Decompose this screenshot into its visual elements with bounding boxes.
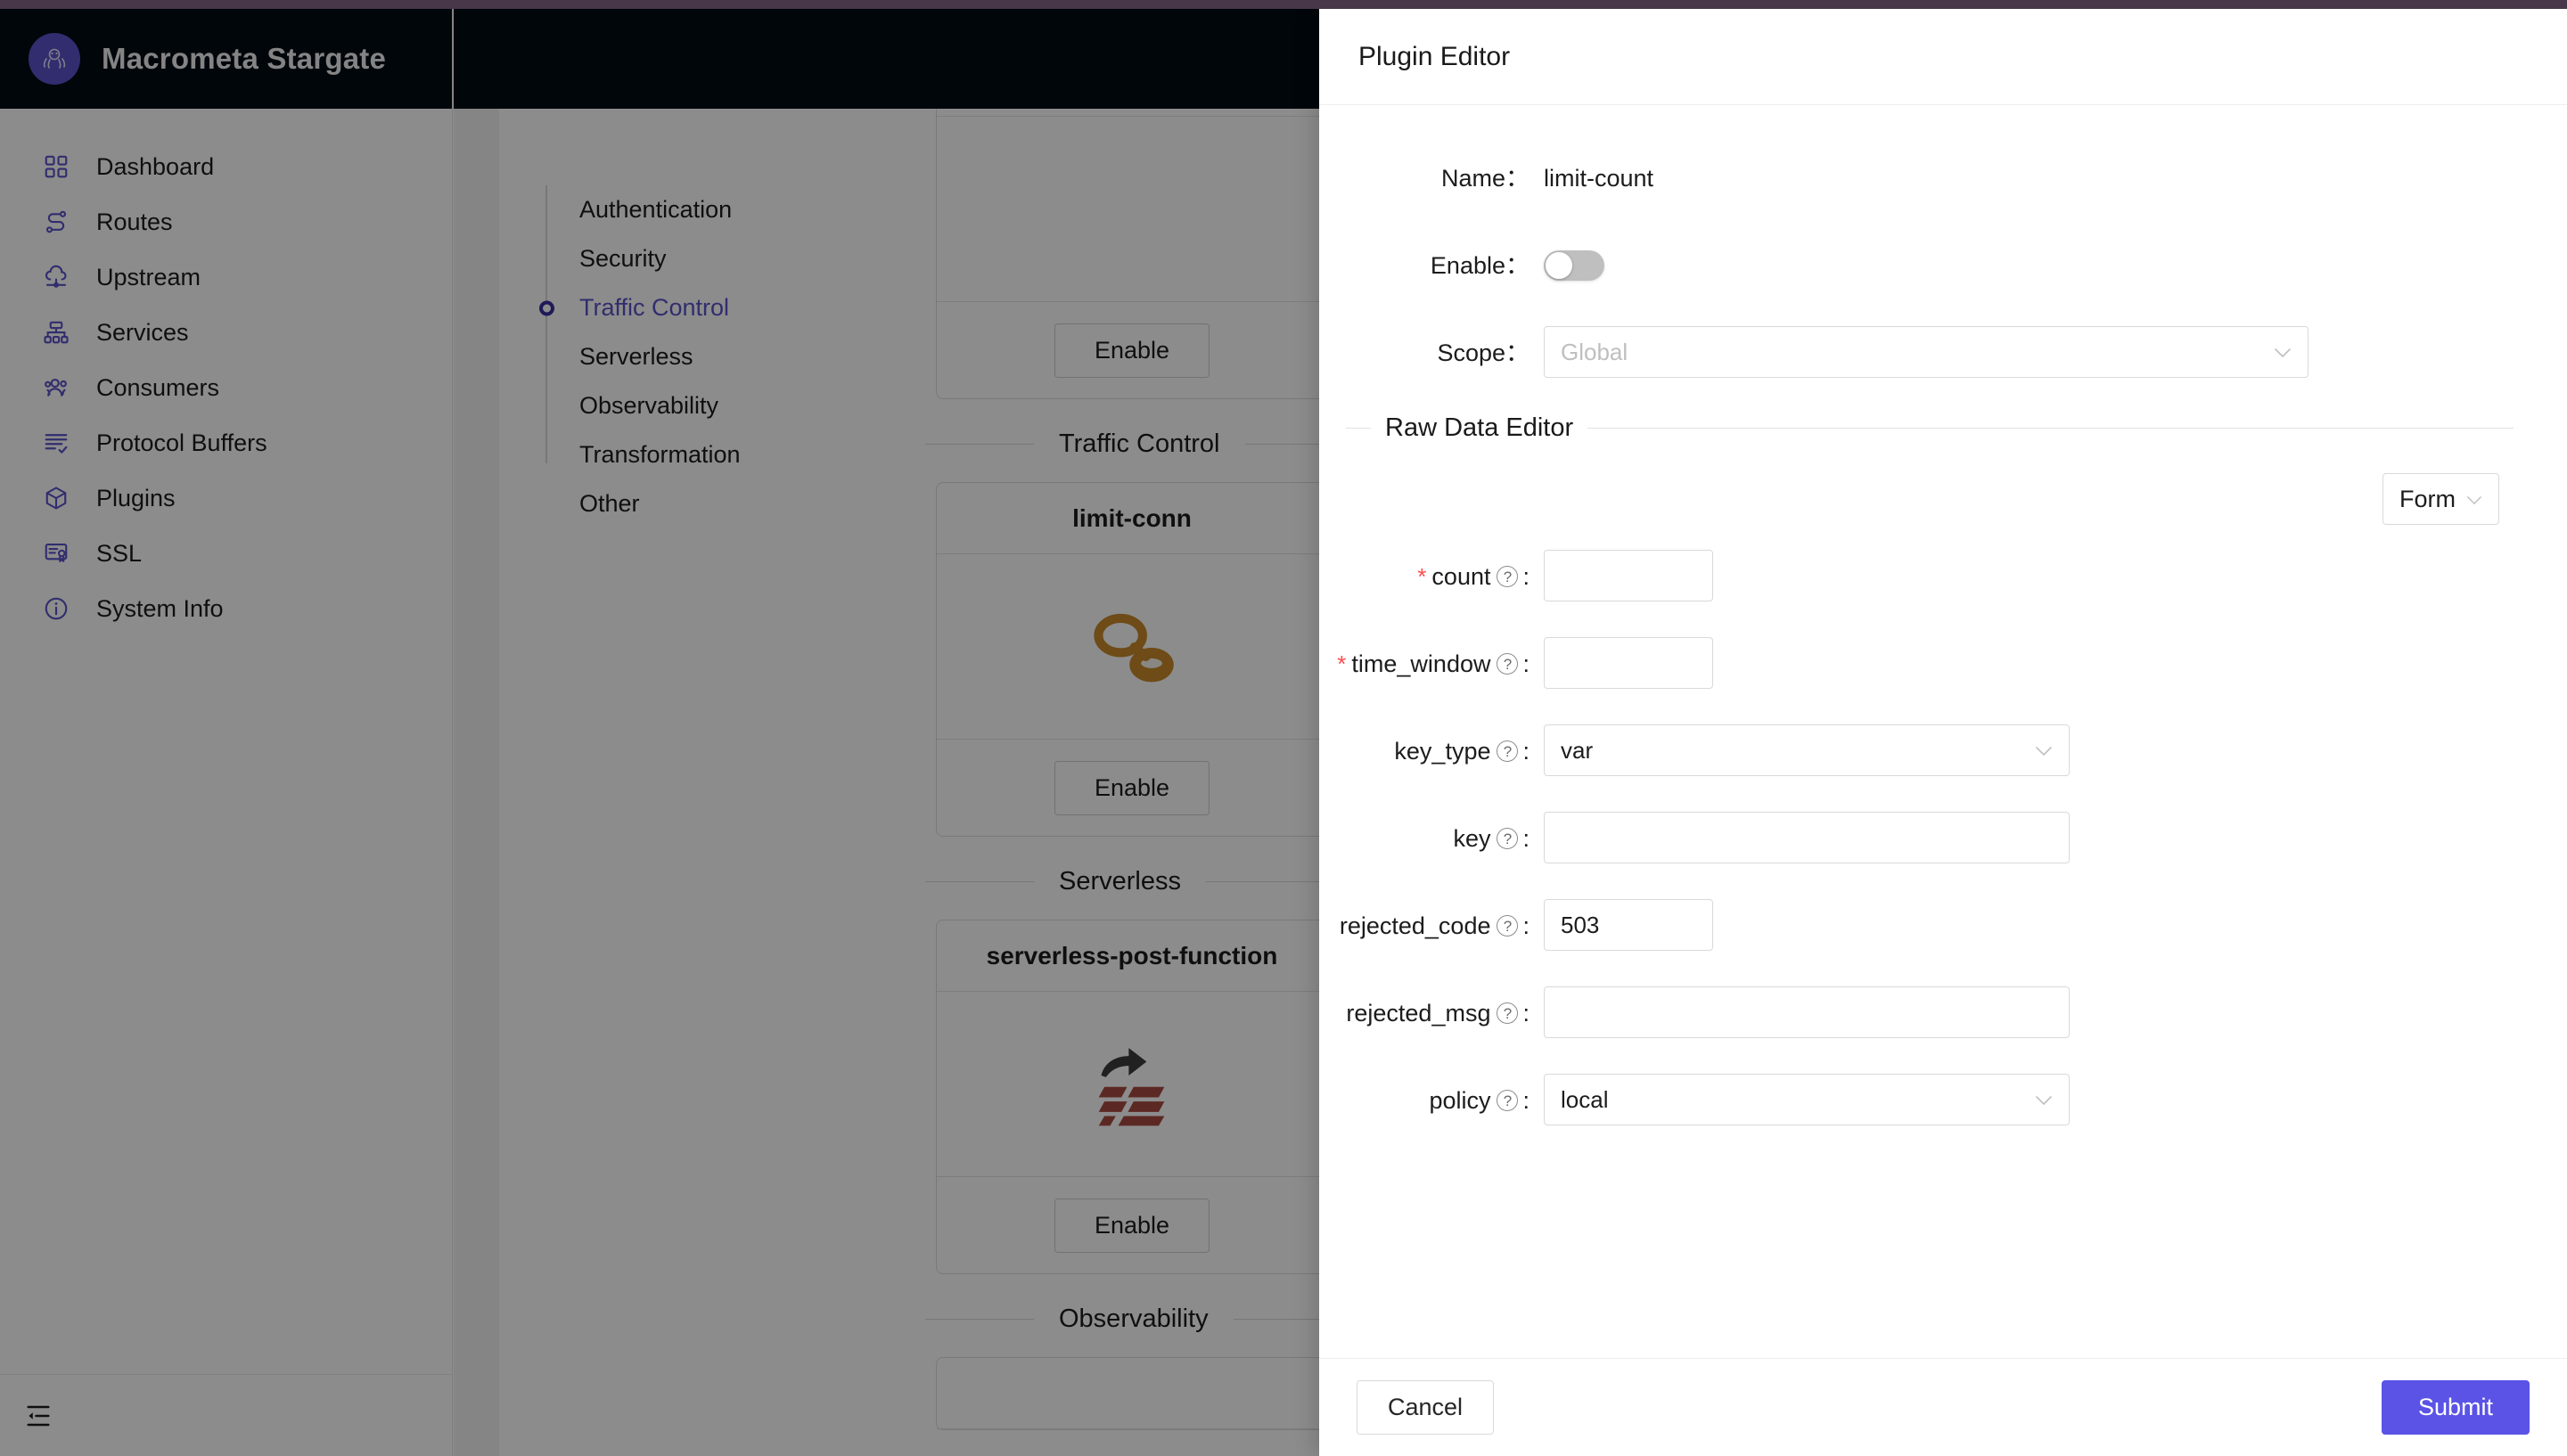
scope-label: Scope：: [1437, 339, 1530, 366]
rejected-code-label: rejected_code ? :: [1337, 899, 1544, 953]
field-row-scope: Scope： Global: [1337, 326, 2514, 380]
field-label-text: rejected_msg: [1346, 1000, 1491, 1027]
name-value: limit-count: [1544, 165, 1654, 192]
rejected-code-input[interactable]: 503: [1544, 899, 1713, 951]
raw-data-editor-title: Raw Data Editor: [1385, 413, 1574, 442]
key-input[interactable]: [1544, 812, 2070, 863]
top-accent-strip: [0, 0, 2567, 9]
drawer-title: Plugin Editor: [1358, 41, 1511, 71]
field-row-key-type: key_type ? : var: [1337, 724, 2514, 778]
drawer-footer: Cancel Submit: [1319, 1358, 2567, 1456]
policy-select[interactable]: local: [1544, 1074, 2070, 1125]
field-row-time-window: * time_window ? :: [1337, 637, 2514, 691]
field-row-count: * count ? :: [1337, 550, 2514, 603]
label-colon: :: [1522, 738, 1530, 765]
label-colon: :: [1522, 563, 1530, 590]
label-colon: :: [1522, 1087, 1530, 1114]
help-icon[interactable]: ?: [1497, 915, 1519, 937]
enable-toggle[interactable]: [1544, 250, 1604, 281]
scope-placeholder: Global: [1561, 338, 1628, 365]
plugin-editor-drawer: Plugin Editor Name： limit-count Enable： …: [1319, 9, 2567, 1456]
time-window-label: * time_window ? :: [1337, 637, 1544, 691]
key-type-label: key_type ? :: [1337, 724, 1544, 778]
view-mode-value: Form: [2399, 485, 2456, 512]
field-label-text: key_type: [1394, 738, 1491, 765]
help-icon[interactable]: ?: [1497, 740, 1519, 762]
submit-button[interactable]: Submit: [2381, 1380, 2530, 1435]
policy-value: local: [1561, 1085, 1609, 1113]
chevron-down-icon: [2466, 489, 2482, 509]
raw-data-editor-header: Raw Data Editor: [1337, 413, 2514, 443]
count-label: * count ? :: [1337, 550, 1544, 603]
label-colon: :: [1522, 912, 1530, 939]
label-colon: :: [1522, 1000, 1530, 1027]
field-row-rejected-msg: rejected_msg ? :: [1337, 986, 2514, 1040]
rejected-msg-input[interactable]: [1544, 986, 2070, 1038]
field-row-enable: Enable：: [1337, 239, 2514, 292]
view-mode-row: Form: [1337, 473, 2514, 525]
key-label: key ? :: [1337, 812, 1544, 865]
divider: [1587, 428, 2514, 429]
required-asterisk: *: [1337, 650, 1347, 677]
key-type-select[interactable]: var: [1544, 724, 2070, 776]
drawer-header: Plugin Editor: [1319, 9, 2567, 105]
help-icon[interactable]: ?: [1497, 1090, 1519, 1111]
help-icon[interactable]: ?: [1497, 828, 1519, 849]
drawer-body: Name： limit-count Enable： Scope： Global …: [1319, 105, 2567, 1358]
field-row-policy: policy ? : local: [1337, 1074, 2514, 1127]
help-icon[interactable]: ?: [1497, 566, 1519, 587]
label-colon: :: [1522, 825, 1530, 852]
field-label-text: time_window: [1351, 650, 1491, 677]
cancel-button[interactable]: Cancel: [1357, 1380, 1495, 1435]
key-type-value: var: [1561, 736, 1594, 764]
rejected-code-input-value: 503: [1561, 911, 1600, 938]
chevron-down-icon: [2274, 342, 2292, 362]
help-icon[interactable]: ?: [1497, 653, 1519, 675]
required-asterisk: *: [1417, 563, 1427, 590]
label-colon: :: [1522, 650, 1530, 677]
field-row-key: key ? :: [1337, 812, 2514, 865]
toggle-knob: [1546, 252, 1572, 279]
scope-select[interactable]: Global: [1544, 326, 2309, 378]
count-input[interactable]: [1544, 550, 1713, 601]
field-label-text: count: [1431, 563, 1491, 590]
policy-label: policy ? :: [1337, 1074, 1544, 1127]
chevron-down-icon: [2035, 1090, 2053, 1109]
chevron-down-icon: [2035, 740, 2053, 760]
enable-label: Enable：: [1430, 252, 1530, 279]
field-label-text: rejected_code: [1339, 912, 1491, 939]
field-row-name: Name： limit-count: [1337, 151, 2514, 205]
divider: [1346, 428, 1371, 429]
help-icon[interactable]: ?: [1497, 1002, 1519, 1024]
time-window-input[interactable]: [1544, 637, 1713, 689]
rejected-msg-label: rejected_msg ? :: [1337, 986, 1544, 1040]
name-label: Name：: [1440, 165, 1530, 192]
view-mode-select[interactable]: Form: [2382, 473, 2499, 525]
field-row-rejected-code: rejected_code ? : 503: [1337, 899, 2514, 953]
field-label-text: policy: [1429, 1087, 1491, 1114]
field-label-text: key: [1453, 825, 1491, 852]
